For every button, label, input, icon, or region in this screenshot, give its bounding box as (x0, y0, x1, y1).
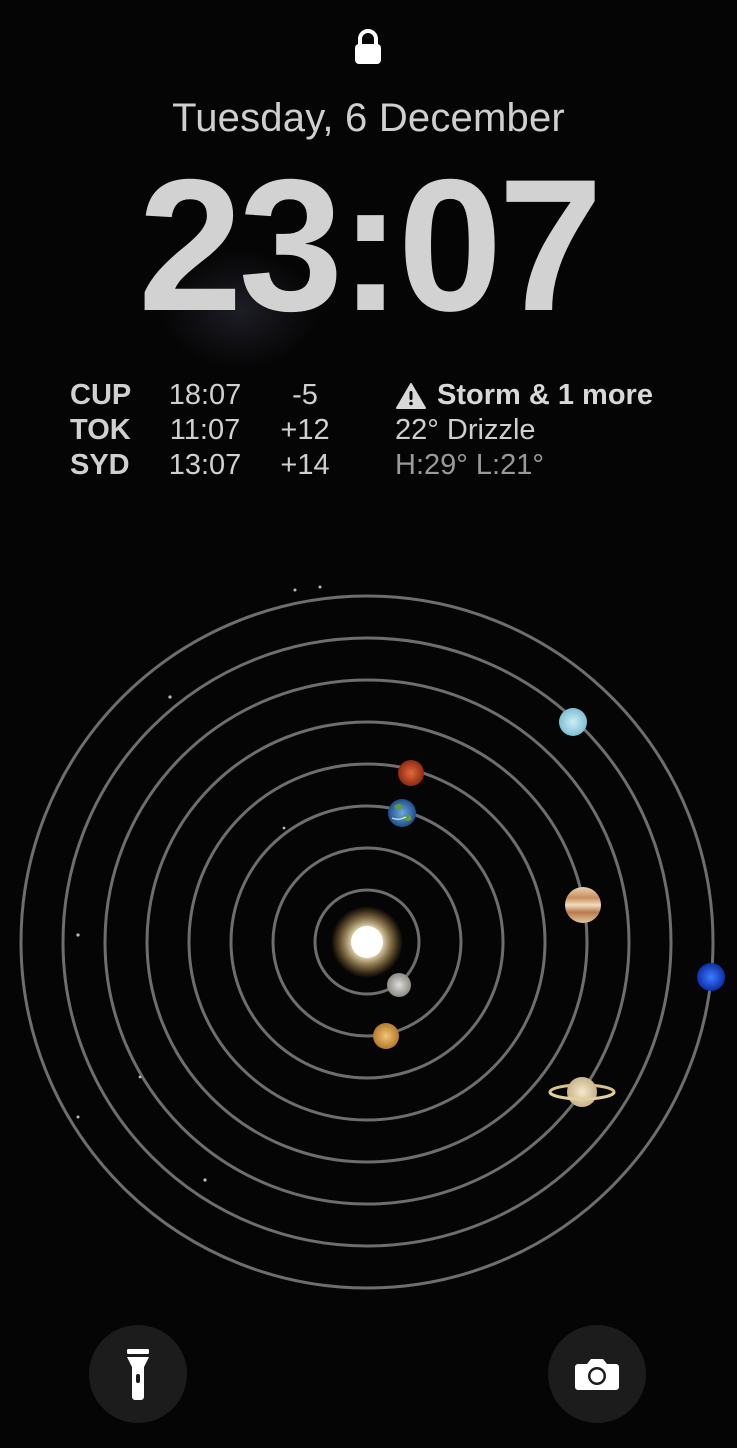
city-time: 11:07 (169, 414, 241, 446)
planet-neptune (697, 963, 725, 991)
weather-condition: 22° Drizzle (395, 414, 536, 446)
city-time: 18:07 (168, 379, 242, 411)
planet-mercury (387, 973, 411, 997)
camera-icon (575, 1359, 619, 1390)
weather-alert: Storm & 1 more (395, 378, 725, 413)
sun-core (351, 926, 383, 958)
world-clock-row: TOK 11:07 +12 (70, 413, 370, 448)
city-offset: +14 (280, 449, 330, 481)
weather-alert-text: Storm & 1 more (437, 379, 653, 411)
city-offset: +12 (280, 414, 330, 446)
planet-venus (373, 1023, 399, 1049)
world-clock-widget[interactable]: CUP 18:07 -5 TOK 11:07 +12 SYD 13:07 +14 (70, 378, 370, 483)
weather-high-low: H:29° L:21° (395, 449, 544, 481)
planet-mars (398, 760, 424, 786)
date-label: Tuesday, 6 December (172, 96, 565, 140)
clock-time: 23:07 (138, 140, 603, 350)
city-time: 13:07 (168, 449, 242, 481)
planet-saturn (548, 1077, 616, 1107)
lock-icon (355, 29, 381, 64)
solar-system-wallpaper (19, 585, 725, 1290)
city-code: CUP (70, 379, 132, 411)
city-code: TOK (70, 414, 131, 446)
planet-uranus (559, 708, 587, 736)
stars (76, 585, 322, 1182)
city-code: SYD (70, 449, 130, 481)
world-clock-row: CUP 18:07 -5 (70, 378, 370, 413)
world-clock-row: SYD 13:07 +14 (70, 448, 370, 483)
warning-triangle-icon (396, 382, 426, 409)
flashlight-button[interactable] (89, 1325, 187, 1423)
flashlight-icon (127, 1349, 149, 1400)
planet-jupiter (565, 887, 601, 923)
weather-widget[interactable]: Storm & 1 more 22° Drizzle H:29° L:21° (395, 378, 725, 483)
city-offset: -5 (292, 379, 318, 411)
planet-earth (388, 799, 416, 827)
camera-button[interactable] (548, 1325, 646, 1423)
